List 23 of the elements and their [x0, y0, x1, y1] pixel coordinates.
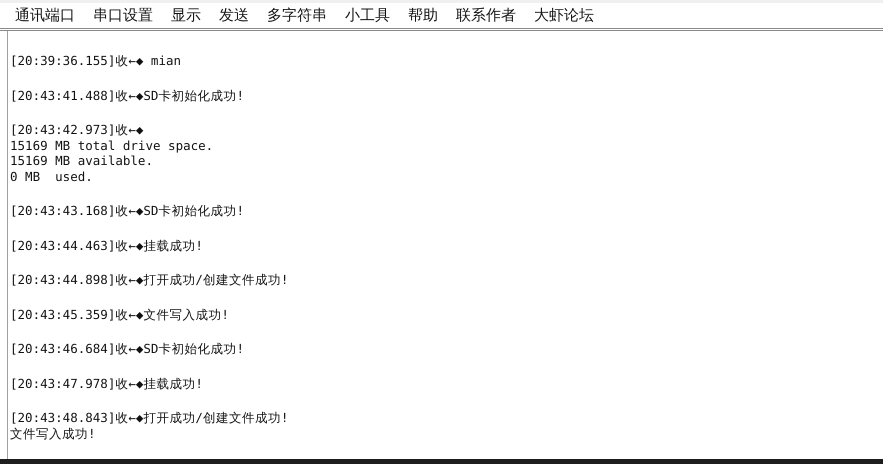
log-line: [20:43:42.973]收←◆: [10, 122, 144, 138]
menu-item[interactable]: 小工具: [345, 6, 390, 25]
log-line: [20:43:47.978]收←◆挂载成功!: [10, 376, 204, 391]
menu-item[interactable]: 显示: [171, 6, 201, 25]
log-line: 0 MB used.: [10, 168, 94, 184]
log-line: 15169 MB available.: [10, 153, 154, 168]
log-line: [20:43:48.843]收←◆打开成功/创建文件成功!: [10, 410, 290, 426]
log-line: [20:43:43.168]收←◆SD卡初始化成功!: [10, 203, 245, 218]
log-line: [20:43:44.898]收←◆打开成功/创建文件成功!: [10, 272, 290, 288]
log-line: [20:43:44.463]收←◆挂载成功!: [10, 238, 204, 253]
log-line: [20:43:45.359]收←◆文件写入成功!: [10, 306, 230, 322]
menu-item[interactable]: 通讯端口: [15, 6, 75, 25]
log-line: [20:43:46.684]收←◆SD卡初始化成功!: [10, 341, 245, 356]
menu-item[interactable]: 发送: [219, 6, 249, 25]
log-line: 文件写入成功!: [10, 426, 97, 441]
log-line: [20:43:41.488]收←◆SD卡初始化成功!: [10, 88, 245, 103]
menu-item[interactable]: 大虾论坛: [534, 6, 594, 25]
menu-item[interactable]: 联系作者: [456, 6, 516, 25]
menu-item[interactable]: 帮助: [408, 6, 438, 25]
log-line: [20:39:36.155]收←◆ mian: [10, 53, 182, 68]
log-line: 15169 MB total drive space.: [10, 138, 214, 153]
menu-item[interactable]: 多字符串: [267, 6, 327, 25]
menu-item[interactable]: 串口设置: [93, 6, 153, 25]
